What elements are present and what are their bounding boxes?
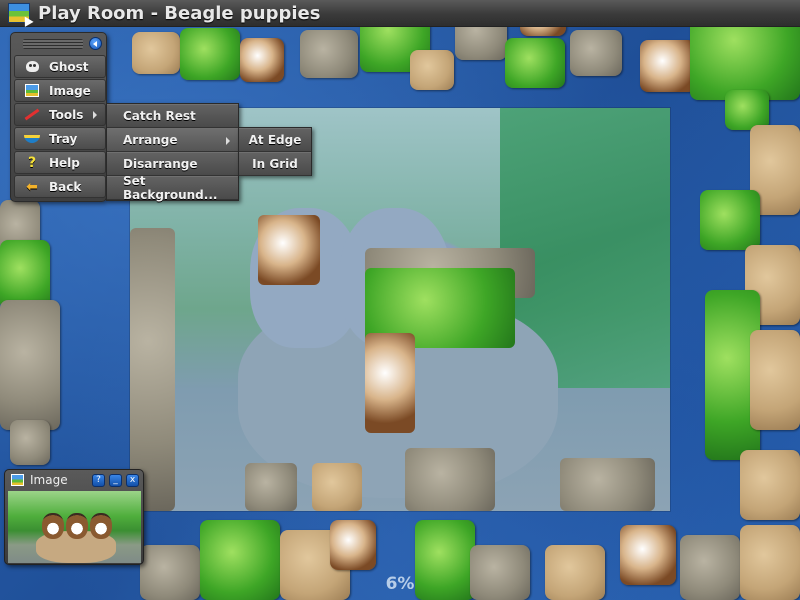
menu-item-label: Tools xyxy=(49,107,84,122)
submenu-item-label: In Grid xyxy=(252,157,298,171)
submenu-item-label: At Edge xyxy=(248,133,302,147)
main-menu: Ghost Image Tools Tray ? Help ⬅ Back xyxy=(10,32,107,202)
chevron-right-icon xyxy=(226,137,230,145)
puzzle-piece[interactable] xyxy=(132,32,180,74)
thumb-puppy xyxy=(90,513,112,539)
ghost-icon xyxy=(24,59,40,75)
menu-item-back[interactable]: ⬅ Back xyxy=(14,175,106,198)
window-title: Play Room - Beagle puppies xyxy=(38,2,321,24)
title-bar: Play Room - Beagle puppies xyxy=(0,0,800,27)
puzzle-piece[interactable] xyxy=(620,525,676,585)
puzzle-piece[interactable] xyxy=(750,330,800,430)
placed-piece[interactable] xyxy=(245,463,297,511)
image-icon xyxy=(11,474,24,486)
submenu-item-in-grid[interactable]: In Grid xyxy=(239,152,311,176)
submenu-item-label: Arrange xyxy=(123,133,178,147)
back-arrow-icon: ⬅ xyxy=(26,178,38,195)
placed-piece[interactable] xyxy=(405,448,495,511)
tray-icon xyxy=(24,131,40,147)
reference-image-thumbnail xyxy=(8,491,141,563)
submenu-item-catch-rest[interactable]: Catch Rest xyxy=(107,104,238,128)
puzzle-piece[interactable] xyxy=(140,545,200,600)
image-window-title: Image xyxy=(30,473,68,487)
puzzle-piece[interactable] xyxy=(180,28,240,80)
placed-piece[interactable] xyxy=(365,333,415,433)
puzzle-piece[interactable] xyxy=(415,520,475,600)
menu-item-label: Image xyxy=(49,83,91,98)
tools-submenu: Catch Rest Arrange Disarrange Set Backgr… xyxy=(106,103,239,202)
menu-item-help[interactable]: ? Help xyxy=(14,151,106,174)
help-button[interactable]: ? xyxy=(92,473,105,487)
submenu-item-label: Catch Rest xyxy=(123,109,196,123)
puzzle-piece[interactable] xyxy=(725,90,769,130)
help-icon: ? xyxy=(27,154,37,171)
submenu-item-label: Disarrange xyxy=(123,157,198,171)
submenu-item-arrange[interactable]: Arrange xyxy=(107,128,238,152)
minimize-button[interactable]: _ xyxy=(109,473,122,487)
jigsaw-app-icon xyxy=(8,3,30,23)
image-window-titlebar[interactable]: Image ? _ x xyxy=(5,470,143,490)
menu-item-label: Back xyxy=(49,179,82,194)
puzzle-piece[interactable] xyxy=(470,545,530,600)
placed-piece[interactable] xyxy=(258,215,320,285)
arrange-submenu: At Edge In Grid xyxy=(238,127,312,176)
placed-piece[interactable] xyxy=(560,458,655,511)
thumb-puppy xyxy=(42,513,64,539)
image-preview-window: Image ? _ x xyxy=(4,469,144,565)
tools-icon xyxy=(24,107,40,123)
placed-piece[interactable] xyxy=(312,463,362,511)
submenu-item-at-edge[interactable]: At Edge xyxy=(239,128,311,152)
menu-item-label: Tray xyxy=(49,131,78,146)
puzzle-piece[interactable] xyxy=(700,190,760,250)
puzzle-piece[interactable] xyxy=(410,50,454,90)
puzzle-piece[interactable] xyxy=(505,38,565,88)
submenu-item-disarrange[interactable]: Disarrange xyxy=(107,152,238,176)
puzzle-piece[interactable] xyxy=(640,40,696,92)
submenu-item-label: Set Background... xyxy=(123,174,218,202)
menu-item-image[interactable]: Image xyxy=(14,79,106,102)
menu-item-tools[interactable]: Tools xyxy=(14,103,106,126)
submenu-item-set-background[interactable]: Set Background... xyxy=(107,174,238,202)
menu-drag-handle[interactable] xyxy=(23,39,83,49)
puzzle-piece[interactable] xyxy=(300,30,358,78)
puzzle-piece[interactable] xyxy=(545,545,605,600)
puzzle-piece[interactable] xyxy=(0,300,60,430)
puzzle-piece[interactable] xyxy=(570,30,622,76)
menu-item-tray[interactable]: Tray xyxy=(14,127,106,150)
puzzle-piece[interactable] xyxy=(680,535,740,600)
chevron-left-icon[interactable] xyxy=(89,37,102,50)
puzzle-piece[interactable] xyxy=(740,525,800,600)
puzzle-piece[interactable] xyxy=(240,38,284,82)
close-button[interactable]: x xyxy=(126,473,139,487)
chevron-right-icon xyxy=(93,111,97,119)
puzzle-piece[interactable] xyxy=(740,450,800,520)
menu-item-label: Help xyxy=(49,155,80,170)
puzzle-piece[interactable] xyxy=(10,420,50,465)
completion-progress: 6% xyxy=(385,574,415,594)
puzzle-piece[interactable] xyxy=(200,520,280,600)
thumb-puppy xyxy=(66,513,88,539)
image-icon xyxy=(24,83,40,99)
menu-item-label: Ghost xyxy=(49,59,89,74)
puzzle-piece[interactable] xyxy=(330,520,376,570)
menu-item-ghost[interactable]: Ghost xyxy=(14,55,106,78)
